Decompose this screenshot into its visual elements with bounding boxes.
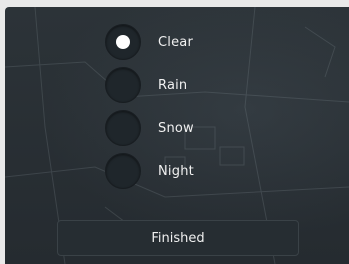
radio-snow[interactable] <box>105 110 141 146</box>
radio-rain[interactable] <box>105 67 141 103</box>
option-rain[interactable]: Rain <box>105 66 187 104</box>
radio-night[interactable] <box>105 153 141 189</box>
option-label-night: Night <box>158 163 194 179</box>
finished-button[interactable]: Finished <box>57 220 299 256</box>
option-snow[interactable]: Snow <box>105 109 194 147</box>
option-clear[interactable]: Clear <box>105 23 193 61</box>
option-label-rain: Rain <box>158 77 188 93</box>
radio-selected-dot <box>116 35 130 49</box>
option-label-snow: Snow <box>158 120 194 136</box>
option-night[interactable]: Night <box>105 152 194 190</box>
option-label-clear: Clear <box>158 34 193 50</box>
radio-clear[interactable] <box>105 24 141 60</box>
weather-selection-panel: Clear Rain Snow Night Finished <box>5 7 349 264</box>
